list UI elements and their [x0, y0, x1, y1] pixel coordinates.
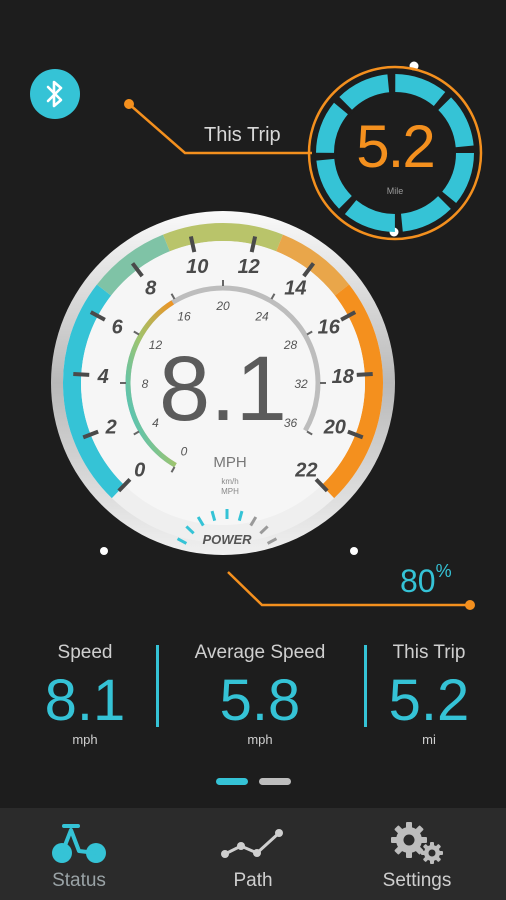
- gauge-major-tick: [356, 371, 373, 377]
- trip-badge-value: 5.2: [356, 113, 435, 180]
- gauge-kmh-label: 24: [254, 309, 269, 323]
- stat-this-trip: This Trip 5.2 mi: [368, 642, 490, 747]
- stat-speed-label: Speed: [57, 642, 113, 663]
- stats-divider: [364, 645, 367, 727]
- gauge-mph-label: 18: [332, 366, 355, 388]
- stat-this-trip-unit: mi: [422, 732, 436, 747]
- stat-average-speed: Average Speed 5.8 mph: [170, 642, 350, 747]
- gears-icon: [391, 822, 443, 864]
- gauge-base-dots: [100, 547, 358, 555]
- gauge-speed-value: 8.1: [159, 338, 287, 440]
- gauge-small-units-bottom: MPH: [221, 487, 239, 496]
- gauge-kmh-label: 4: [152, 416, 159, 430]
- bicycle-icon: [52, 824, 106, 863]
- battery-level: 80%: [400, 561, 452, 600]
- gauge-mph-label: 14: [284, 277, 306, 299]
- stat-speed-value: 8.1: [44, 668, 126, 733]
- trip-badge-label: This Trip: [204, 124, 281, 146]
- gauge-mph-label: 16: [318, 316, 341, 338]
- tab-settings[interactable]: Settings: [358, 808, 476, 900]
- gauge-kmh-label: 8: [142, 377, 149, 391]
- stat-average-speed-unit: mph: [247, 732, 273, 747]
- pager-dot-active[interactable]: [216, 778, 248, 785]
- stat-speed-unit: mph: [72, 732, 98, 747]
- stat-average-speed-value: 5.8: [219, 668, 301, 733]
- gauge-mph-label: 10: [186, 256, 208, 278]
- gauge-mph-label: 8: [145, 277, 157, 299]
- stat-speed: Speed 8.1 mph: [20, 642, 150, 747]
- tab-path-label: Path: [233, 870, 273, 891]
- stats-row: Speed 8.1 mph Average Speed 5.8 mph This…: [0, 642, 506, 752]
- gauge-mph-label: 22: [294, 459, 317, 481]
- gauge-mph-label: 6: [112, 316, 124, 338]
- pager-dot[interactable]: [259, 778, 291, 785]
- stat-this-trip-value: 5.2: [388, 668, 470, 733]
- gauge-mph-label: 12: [238, 256, 260, 278]
- battery-value: 80: [400, 563, 436, 599]
- gauge-kmh-label: 32: [294, 377, 308, 391]
- gauge-kmh-label: 0: [181, 445, 188, 459]
- stats-divider: [156, 645, 159, 727]
- gauge-mph-label: 0: [134, 459, 145, 481]
- tab-settings-label: Settings: [382, 870, 452, 891]
- gauge-kmh-label: 20: [215, 299, 230, 313]
- gauge-kmh-label: 16: [177, 309, 191, 323]
- tab-status-label: Status: [52, 870, 106, 891]
- tab-status[interactable]: Status: [20, 808, 138, 900]
- speedometer-gauge: 0246810 121416182022 04812162024283236 8.…: [51, 211, 395, 555]
- gauge-small-units-top: km/h: [221, 477, 238, 486]
- gauge-mph-label: 20: [323, 417, 346, 439]
- bottom-tab-bar: Status Path Settings: [0, 808, 506, 900]
- gauge-mph-label: 2: [105, 417, 117, 439]
- stat-this-trip-label: This Trip: [392, 642, 466, 663]
- path-graph-icon: [221, 829, 283, 858]
- trip-badge-unit: Mile: [386, 186, 404, 196]
- battery-unit: %: [435, 561, 452, 581]
- gauge-mph-label: 4: [97, 366, 109, 388]
- gauge-speed-unit: MPH: [213, 454, 246, 471]
- gauge-major-tick: [73, 371, 90, 377]
- stat-average-speed-label: Average Speed: [194, 642, 326, 663]
- tab-path[interactable]: Path: [194, 808, 312, 900]
